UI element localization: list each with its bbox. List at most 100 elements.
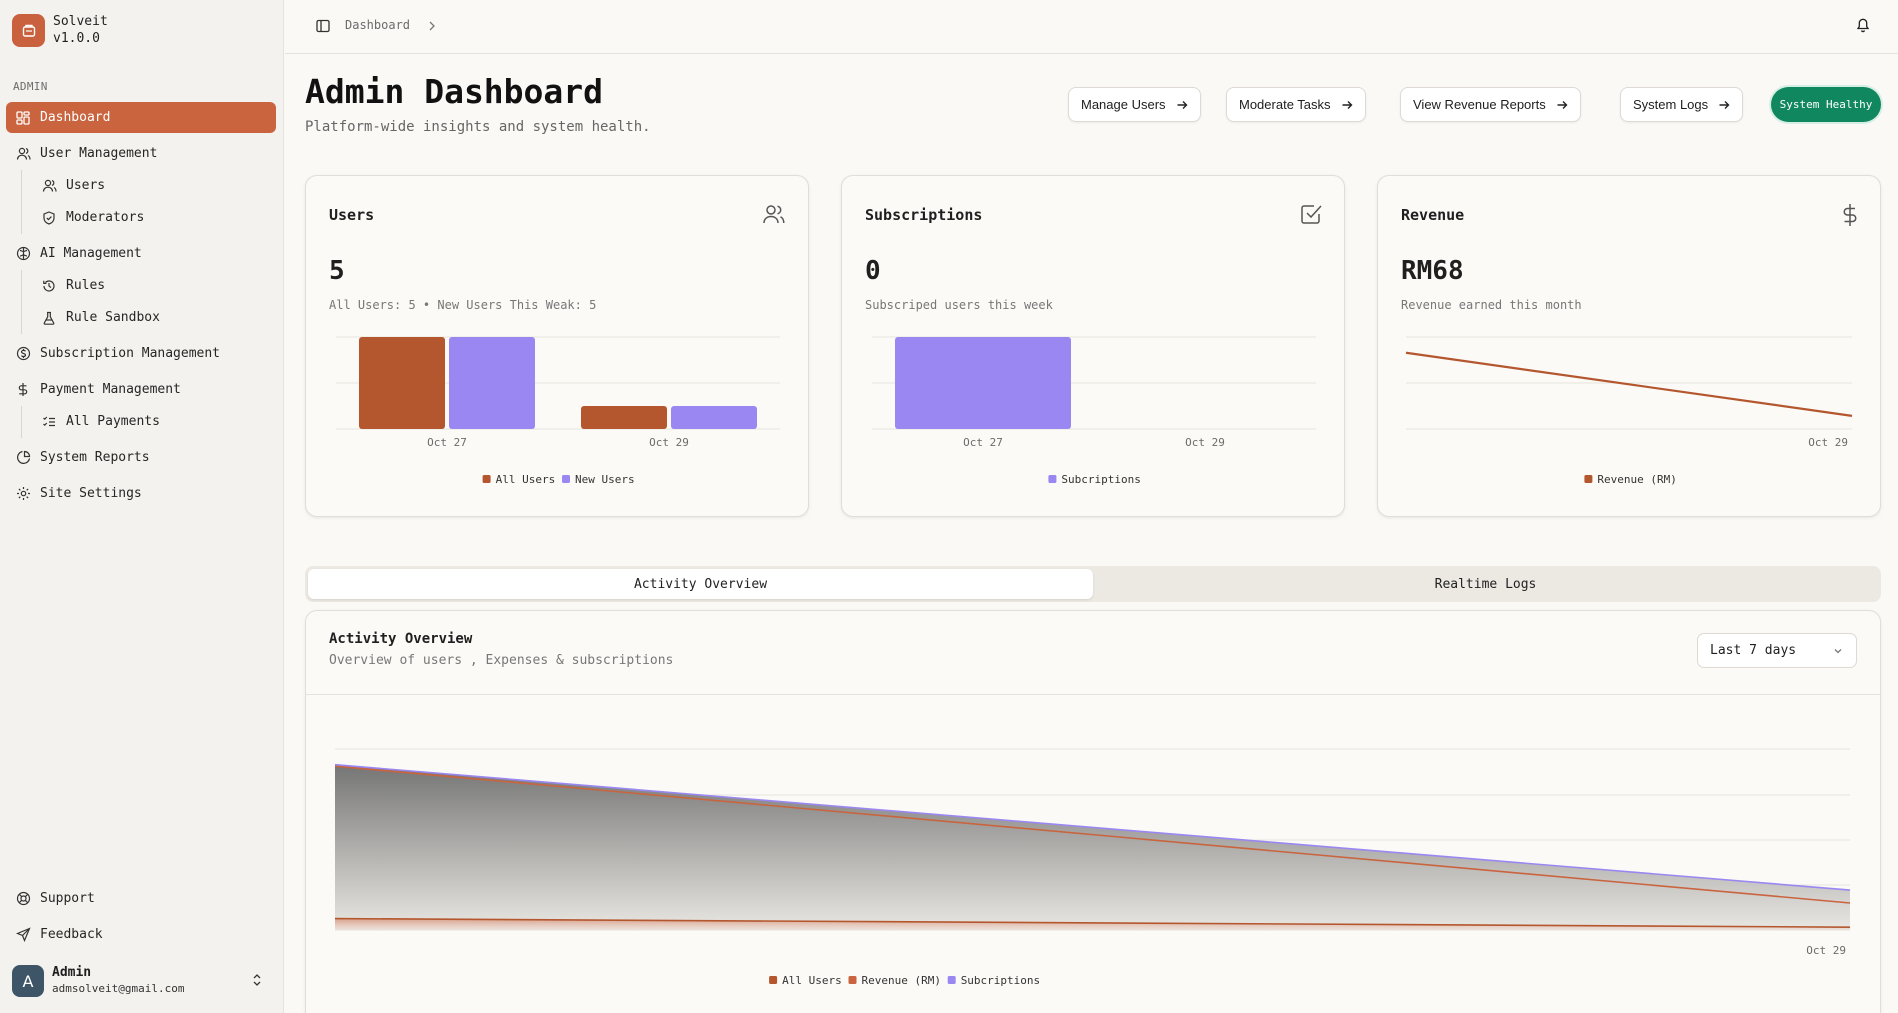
sidebar-item-dashboard[interactable]: Dashboard [6,102,276,133]
sidebar-section-label: ADMIN [13,80,48,93]
legend-label: Subcriptions [1061,473,1140,486]
chevron-right-icon [427,18,437,37]
flask-icon [41,310,57,326]
shield-check-icon [41,210,57,226]
revenue-series-line [1405,351,1853,417]
legend-label: Subcriptions [961,974,1040,987]
legend-label: Revenue (RM) [1597,473,1676,486]
legend-label: Revenue (RM) [862,974,941,987]
sidebar-item-label: Moderators [66,210,145,225]
moderate-tasks-button[interactable]: Moderate Tasks [1226,87,1366,122]
tab-activity-overview[interactable]: Activity Overview [308,569,1093,599]
legend-label: All Users [496,473,556,486]
sidebar-item-label: Rule Sandbox [66,310,160,325]
app-logo-icon [12,13,45,47]
sidebar-item-user-management[interactable]: User Management [6,138,276,169]
sidebar-toggle-icon[interactable] [315,18,331,38]
sidebar-item-label: Feedback [40,927,103,942]
subscriptions-bar-chart: Oct 27 Oct 29 Subcriptions [872,336,1316,486]
legend-swatch [848,976,857,984]
sidebar-item-ai-management[interactable]: AI Management [6,238,276,269]
sidebar-item-label: Site Settings [40,486,142,501]
tab-list: Activity Overview Realtime Logs [305,566,1881,602]
sidebar-item-rule-sandbox[interactable]: Rule Sandbox [20,302,276,333]
system-logs-button[interactable]: System Logs [1620,87,1744,122]
sidebar-item-moderators[interactable]: Moderators [20,202,276,233]
x-tick-label: Oct 29 [649,436,689,449]
legend-label: New Users [575,473,635,486]
x-tick-label: Oct 29 [1808,436,1848,449]
legend-swatch [1584,475,1593,483]
breadcrumb[interactable]: Dashboard [345,18,410,32]
arrow-right-icon [1556,99,1568,111]
tab-realtime-logs[interactable]: Realtime Logs [1093,569,1878,599]
app-name: Solveit [53,14,108,29]
user-name: Admin [52,965,92,980]
sidebar-item-label: Subscription Management [40,346,221,361]
users-card: Users 5 All Users: 5 • New Users This We… [305,175,809,517]
sidebar-item-subscription-management[interactable]: Subscription Management [6,338,276,369]
sidebar-item-site-settings[interactable]: Site Settings [6,478,276,509]
dollar-icon [15,382,31,398]
activity-area-chart: Oct 29 All Users Revenue (RM) Subcriptions [334,748,1851,987]
chevrons-up-down-icon[interactable] [251,972,263,992]
page-title: Admin Dashboard [305,72,604,111]
user-menu[interactable]: A Admin admsolveit@gmail.com [12,965,184,997]
x-tick-label: Oct 29 [1185,436,1225,449]
sidebar-item-all-payments[interactable]: All Payments [20,406,276,437]
layout-grid-icon [15,110,31,126]
page-subtitle: Platform-wide insights and system health… [305,119,651,135]
activity-overview-panel: Activity Overview Overview of users , Ex… [305,610,1881,1013]
pie-chart-icon [15,450,31,466]
revenue-line-chart: Oct 29 Revenue (RM) [1405,336,1853,486]
brain-icon [15,246,31,262]
gear-icon [15,486,31,502]
sidebar-item-support[interactable]: Support [6,883,276,914]
sidebar-item-label: Rules [66,278,106,293]
x-tick-label: Oct 27 [427,436,467,449]
revenue-card: Revenue RM68 Revenue earned this month O… [1377,175,1881,517]
bell-icon[interactable] [1855,16,1871,38]
sidebar-item-label: Support [40,891,95,906]
list-checks-icon [41,414,57,430]
sidebar-item-payment-management[interactable]: Payment Management [6,374,276,405]
legend-swatch [1048,475,1057,483]
legend-label: All Users [782,974,842,987]
bar [449,337,535,429]
sidebar-item-label: All Payments [66,414,160,429]
arrow-right-icon [1341,99,1353,111]
life-buoy-icon [15,891,31,907]
sidebar-item-label: Dashboard [40,110,111,125]
coin-icon [15,346,31,362]
sidebar-item-rules[interactable]: Rules [20,270,276,301]
sidebar-item-label: AI Management [40,246,142,261]
sidebar: Solveit v1.0.0 ADMIN Dashboard User Mana… [0,0,284,1013]
bar [895,337,1071,429]
bar [359,337,445,429]
user-email: admsolveit@gmail.com [52,982,185,995]
arrow-right-icon [1176,99,1188,111]
sidebar-item-users[interactable]: Users [20,170,276,201]
manage-users-button[interactable]: Manage Users [1068,87,1201,122]
sidebar-item-label: User Management [40,146,158,161]
legend-swatch [769,976,778,984]
sidebar-item-label: System Reports [40,450,150,465]
sidebar-item-system-reports[interactable]: System Reports [6,442,276,473]
users-icon [15,146,31,162]
bar [581,406,667,429]
x-tick-label: Oct 27 [963,436,1003,449]
status-badge: System Healthy [1771,87,1881,122]
sidebar-item-label: Payment Management [40,382,181,397]
x-tick-label: Oct 29 [1806,944,1846,957]
view-revenue-reports-button[interactable]: View Revenue Reports [1400,87,1581,122]
bar [671,406,757,429]
topbar: Dashboard [285,0,1898,54]
subscriptions-card: Subscriptions 0 Subscriped users this we… [841,175,1345,517]
avatar: A [12,965,44,997]
legend-swatch [482,475,491,483]
brand[interactable]: Solveit v1.0.0 [12,13,108,47]
app-version: v1.0.0 [53,31,100,46]
users-bar-chart: Oct 27 Oct 29 All Users New Users [336,336,780,486]
history-icon [41,278,57,294]
sidebar-item-feedback[interactable]: Feedback [6,919,276,950]
